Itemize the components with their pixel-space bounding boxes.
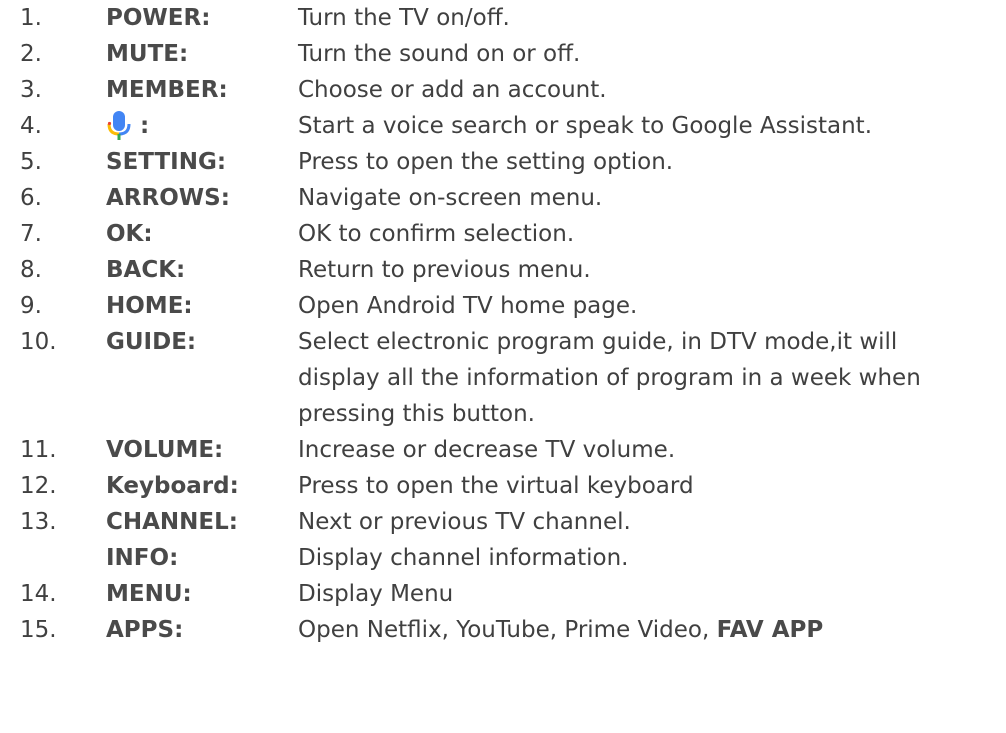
item-label: BACK: — [106, 257, 186, 283]
apps-description-text: Open Netflix, YouTube, Prime Video, — [298, 617, 717, 643]
list-item-member: 3. MEMBER: Choose or add an account. — [0, 72, 1006, 108]
list-item-setting: 5. SETTING: Press to open the setting op… — [0, 144, 1006, 180]
item-number: 7. — [20, 221, 42, 247]
voice-label: : — [106, 108, 149, 144]
item-description: Turn the TV on/off. — [298, 5, 510, 31]
item-number: 10. — [20, 329, 57, 355]
item-number: 14. — [20, 581, 57, 607]
item-label: INFO: — [106, 545, 179, 571]
item-description: Open Android TV home page. — [298, 293, 638, 319]
item-label: MEMBER: — [106, 77, 228, 103]
item-number: 13. — [20, 509, 57, 535]
item-number: 5. — [20, 149, 42, 175]
list-item-volume: 11. VOLUME: Increase or decrease TV volu… — [0, 432, 1006, 468]
item-label: MUTE: — [106, 41, 189, 67]
item-description: Start a voice search or speak to Google … — [298, 113, 873, 139]
item-label: CHANNEL: — [106, 509, 238, 535]
item-number: 1. — [20, 5, 42, 31]
list-item-keyboard: 12. Keyboard: Press to open the virtual … — [0, 468, 1006, 504]
item-label: MENU: — [106, 581, 192, 607]
list-item-info: INFO: Display channel information. — [0, 540, 1006, 576]
item-description: Next or previous TV channel. — [298, 509, 631, 535]
item-description: Select electronic program guide, in DTV … — [298, 329, 921, 427]
item-number: 11. — [20, 437, 57, 463]
item-number: 15. — [20, 617, 57, 643]
remote-button-list: 1. POWER: Turn the TV on/off. 2. MUTE: T… — [0, 0, 1006, 648]
item-label: GUIDE: — [106, 329, 197, 355]
item-label: HOME: — [106, 293, 193, 319]
list-item-mute: 2. MUTE: Turn the sound on or off. — [0, 36, 1006, 72]
item-number: 6. — [20, 185, 42, 211]
item-description: Choose or add an account. — [298, 77, 607, 103]
list-item-arrows: 6. ARROWS: Navigate on-screen menu. — [0, 180, 1006, 216]
list-item-guide: 10. GUIDE: Select electronic program gui… — [0, 324, 1006, 432]
list-item-ok: 7. OK: OK to confirm selection. — [0, 216, 1006, 252]
item-description: Navigate on-screen menu. — [298, 185, 603, 211]
item-number: 8. — [20, 257, 42, 283]
item-label: ARROWS: — [106, 185, 230, 211]
item-description: Display Menu — [298, 581, 454, 607]
item-description: Press to open the setting option. — [298, 149, 674, 175]
list-item-power: 1. POWER: Turn the TV on/off. — [0, 0, 1006, 36]
item-number: 3. — [20, 77, 42, 103]
google-mic-icon — [107, 111, 131, 140]
item-description: Return to previous menu. — [298, 257, 591, 283]
item-label: SETTING: — [106, 149, 227, 175]
list-item-home: 9. HOME: Open Android TV home page. — [0, 288, 1006, 324]
item-number: 4. — [20, 113, 42, 139]
item-description: OK to confirm selection. — [298, 221, 575, 247]
item-label: POWER: — [106, 5, 211, 31]
item-description: Press to open the virtual keyboard — [298, 473, 694, 499]
list-item-menu: 14. MENU: Display Menu — [0, 576, 1006, 612]
item-label: Keyboard: — [106, 473, 239, 499]
item-number: 12. — [20, 473, 57, 499]
item-label: : — [140, 113, 150, 139]
item-description: Open Netflix, YouTube, Prime Video, FAV … — [298, 612, 998, 648]
fav-app-text: FAV APP — [716, 617, 824, 643]
item-description: Increase or decrease TV volume. — [298, 437, 676, 463]
item-label: APPS: — [106, 617, 184, 643]
list-item-channel: 13. CHANNEL: Next or previous TV channel… — [0, 504, 1006, 540]
item-label: VOLUME: — [106, 437, 224, 463]
item-description: Turn the sound on or off. — [298, 41, 581, 67]
item-number: 2. — [20, 41, 42, 67]
list-item-apps: 15. APPS: Open Netflix, YouTube, Prime V… — [0, 612, 1006, 648]
item-description: Display channel information. — [298, 545, 629, 571]
list-item-back: 8. BACK: Return to previous menu. — [0, 252, 1006, 288]
item-number: 9. — [20, 293, 42, 319]
item-label: OK: — [106, 221, 153, 247]
list-item-voice: 4. : Start a voice search or speak to Go… — [0, 108, 1006, 144]
